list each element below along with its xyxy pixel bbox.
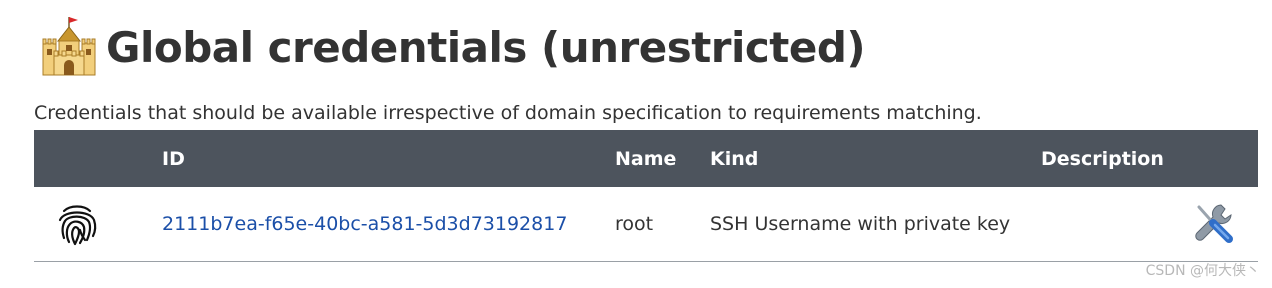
page-header: Global credentials (unrestricted) (40, 14, 866, 80)
column-header-action (1191, 130, 1258, 187)
configure-tools-icon[interactable] (1191, 201, 1237, 247)
credential-kind-cell: SSH Username with private key (710, 212, 1011, 235)
credential-id-link[interactable]: 2111b7ea-f65e-40bc-a581-5d3d73192817 (162, 213, 567, 235)
column-header-icon (34, 130, 162, 187)
credential-name-cell: root (615, 212, 654, 235)
credential-type-cell (34, 187, 162, 261)
column-header-id[interactable]: ID (162, 130, 615, 187)
credential-description-cell (1041, 187, 1191, 261)
table-header-row: ID Name Kind Description (34, 130, 1258, 187)
column-header-description[interactable]: Description (1041, 130, 1191, 187)
column-header-kind[interactable]: Kind (710, 130, 1041, 187)
credentials-page: Global credentials (unrestricted) Creden… (0, 0, 1272, 288)
castle-icon (42, 17, 96, 76)
credential-id-cell: 2111b7ea-f65e-40bc-a581-5d3d73192817 (162, 187, 615, 261)
credentials-table: ID Name Kind Description 2111b7ea-f65e-4… (34, 130, 1258, 262)
fingerprint-icon (58, 205, 97, 245)
watermark: CSDN @何大侠丶 (1145, 263, 1260, 279)
credential-action-cell (1191, 187, 1258, 261)
column-header-name[interactable]: Name (615, 130, 710, 187)
page-description: Credentials that should be available irr… (34, 102, 982, 124)
table-row: 2111b7ea-f65e-40bc-a581-5d3d73192817 roo… (34, 187, 1258, 261)
page-title: Global credentials (unrestricted) (106, 22, 866, 72)
